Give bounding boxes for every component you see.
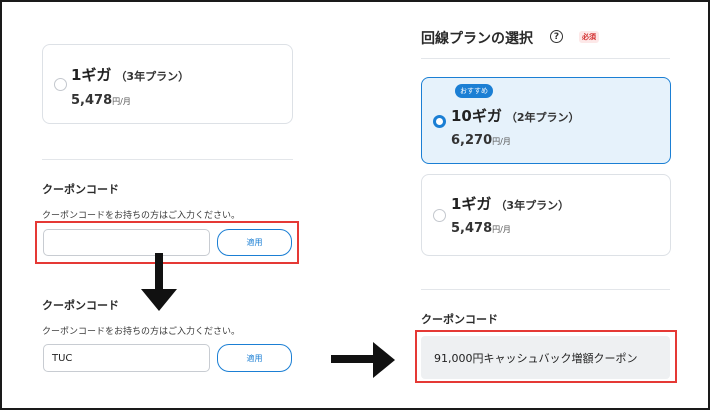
plan-price-value: 5,478 — [71, 93, 113, 108]
arrow-down-icon — [141, 253, 177, 311]
plan-price-value: 6,270 — [451, 133, 493, 148]
coupon-helper-text: クーポンコードをお持ちの方はご入力ください。 — [42, 327, 241, 337]
plan-card-1gb[interactable]: 1ギガ （3年プラン） 5,478円/月 — [421, 174, 671, 256]
plan-price: 6,270円/月 — [451, 133, 511, 148]
plan-price-value: 5,478 — [451, 221, 493, 236]
divider — [421, 289, 670, 290]
coupon-input-filled[interactable]: TUC — [43, 344, 210, 372]
plan-term: （3年プラン） — [495, 199, 570, 212]
coupon-heading: クーポンコード — [42, 299, 119, 312]
plan-price-unit: 円/月 — [112, 97, 131, 106]
plan-card-10gb[interactable]: おすすめ 10ギガ （2年プラン） 6,270円/月 — [421, 77, 671, 164]
divider — [421, 58, 670, 59]
plan-name: 10ギガ （2年プラン） — [451, 105, 580, 126]
coupon-helper-text: クーポンコードをお持ちの方はご入力ください。 — [42, 211, 241, 221]
recommend-badge: おすすめ — [455, 84, 493, 98]
radio-button[interactable] — [54, 78, 67, 91]
coupon-heading: クーポンコード — [42, 183, 119, 196]
plan-term: （2年プラン） — [505, 111, 580, 124]
divider — [42, 159, 293, 160]
plan-card-1gb[interactable]: 1ギガ （3年プラン） 5,478円/月 — [42, 44, 293, 124]
arrow-right-icon — [331, 342, 395, 378]
plan-name: 1ギガ （3年プラン） — [71, 64, 189, 85]
required-badge: 必須 — [579, 31, 599, 43]
section-title: 回線プランの選択 — [421, 31, 533, 47]
plan-price: 5,478円/月 — [71, 93, 131, 108]
question-circle-icon[interactable]: ? — [550, 30, 563, 43]
plan-name-text: 10ギガ — [451, 107, 502, 125]
plan-name-text: 1ギガ — [451, 195, 492, 213]
plan-price: 5,478円/月 — [451, 221, 511, 236]
coupon-heading: クーポンコード — [421, 313, 498, 326]
radio-button[interactable] — [433, 209, 446, 222]
radio-button[interactable] — [433, 115, 446, 128]
highlight-box-applied-coupon — [415, 330, 677, 383]
coupon-input-value: TUC — [52, 352, 73, 364]
screenshot-frame: 1ギガ （3年プラン） 5,478円/月 クーポンコード クーポンコードをお持ちの… — [0, 0, 710, 410]
plan-price-unit: 円/月 — [492, 225, 511, 234]
apply-button[interactable]: 適用 — [217, 344, 292, 372]
plan-name: 1ギガ （3年プラン） — [451, 193, 569, 214]
plan-price-unit: 円/月 — [492, 137, 511, 146]
plan-name-text: 1ギガ — [71, 66, 112, 84]
plan-term: （3年プラン） — [115, 70, 190, 83]
